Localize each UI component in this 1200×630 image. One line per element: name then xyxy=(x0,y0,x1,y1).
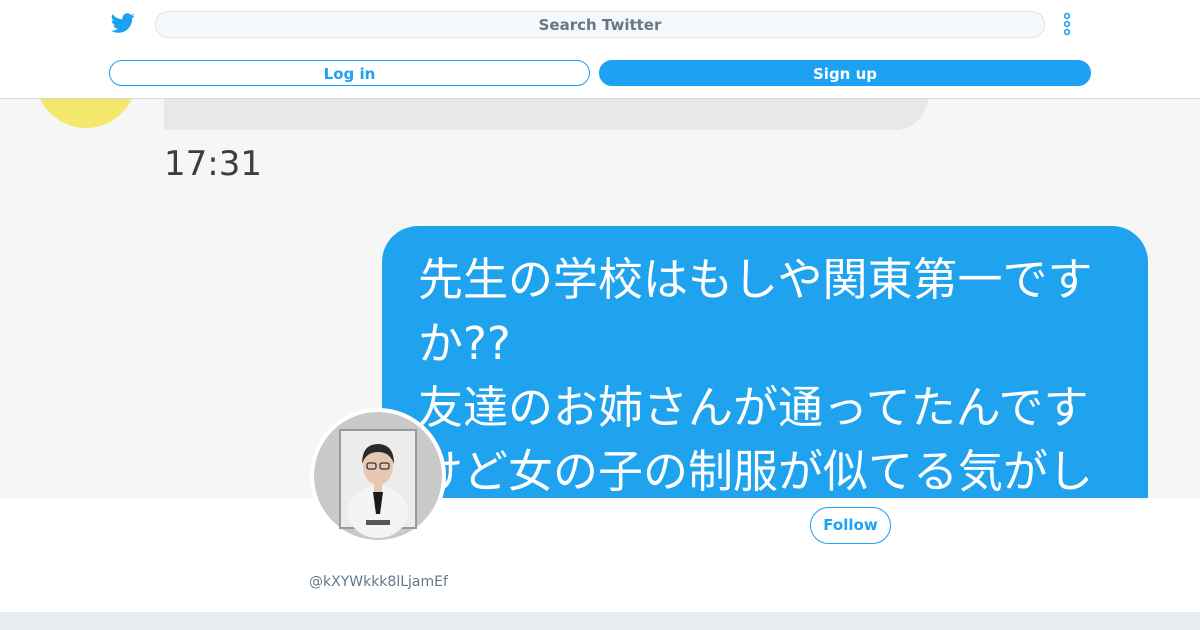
outgoing-message-bubble: 先生の学校はもしや関東第一です か?? 友達のお姉さんが通ってたんです けど女の… xyxy=(382,226,1148,498)
message-line: けど女の子の制服が似てる気がし xyxy=(418,445,1094,498)
search-input[interactable] xyxy=(155,11,1045,38)
message-line: 先生の学校はもしや関東第一です xyxy=(418,253,1093,306)
message-time: 17:31 xyxy=(164,144,262,184)
footer-strip xyxy=(0,612,1200,630)
top-header: Log in Sign up xyxy=(0,0,1200,99)
message-line: 友達のお姉さんが通ってたんです xyxy=(418,381,1089,434)
profile-handle: @kXYWkkk8lLjamEf xyxy=(309,574,448,590)
message-line: か?? xyxy=(418,317,511,370)
twitter-logo-icon[interactable] xyxy=(110,11,136,35)
follow-button[interactable]: Follow xyxy=(810,507,891,544)
more-options-icon[interactable] xyxy=(1060,12,1074,38)
login-button[interactable]: Log in xyxy=(109,60,590,86)
profile-avatar[interactable] xyxy=(310,408,446,544)
signup-button[interactable]: Sign up xyxy=(599,60,1091,86)
